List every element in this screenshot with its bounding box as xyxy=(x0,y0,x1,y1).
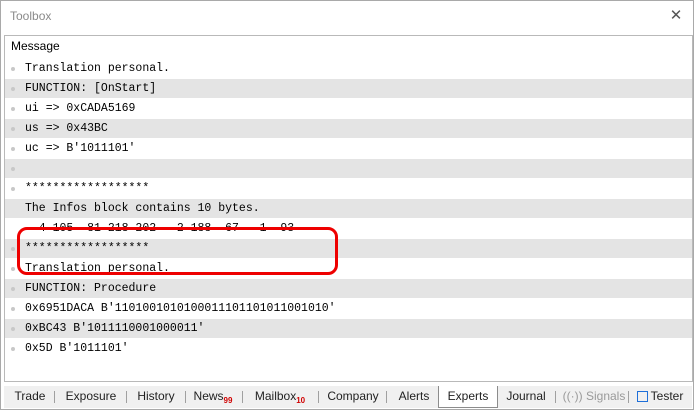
list-item[interactable]: ui => 0xCADA5169 xyxy=(5,99,692,119)
message-text: Translation personal. xyxy=(25,62,170,75)
close-icon[interactable]: ✕ xyxy=(665,5,687,27)
messages-panel: Message Translation personal. FUNCTION: … xyxy=(4,35,693,382)
tab-divider xyxy=(318,391,319,403)
tab-news-label: News xyxy=(193,389,224,403)
bullet-icon xyxy=(11,307,15,311)
list-item[interactable] xyxy=(5,159,692,179)
bullet-icon xyxy=(11,107,15,111)
list-item[interactable]: 0x5D B'1011101' xyxy=(5,339,692,359)
tab-signals-label: Signals xyxy=(585,389,626,403)
message-text: us => 0x43BC xyxy=(25,122,108,135)
message-text: 0x6951DACA B'110100101010001110110101100… xyxy=(25,302,336,315)
message-text: The Infos block contains 10 bytes. xyxy=(25,202,260,215)
tab-history[interactable]: History xyxy=(129,386,183,407)
bullet-icon xyxy=(11,167,15,171)
tab-journal[interactable]: Journal xyxy=(500,386,552,407)
bullet-icon xyxy=(11,267,15,271)
signals-icon: ((·)) xyxy=(562,389,586,403)
list-item[interactable]: 0x6951DACA B'110100101010001110110101100… xyxy=(5,299,692,319)
title-bar: Toolbox ✕ xyxy=(1,1,693,32)
tab-divider xyxy=(628,391,629,403)
list-item[interactable]: Translation personal. xyxy=(5,59,692,79)
list-item[interactable]: ****************** xyxy=(5,179,692,199)
message-text: FUNCTION: Procedure xyxy=(25,282,157,295)
message-text: FUNCTION: [OnStart] xyxy=(25,82,157,95)
tab-alerts[interactable]: Alerts xyxy=(390,386,438,407)
bullet-icon xyxy=(11,187,15,191)
tab-exposure[interactable]: Exposure xyxy=(58,386,124,407)
tab-divider xyxy=(555,391,556,403)
tester-chip-icon xyxy=(636,391,648,402)
bullet-icon xyxy=(11,147,15,151)
tab-signals[interactable]: ((·)) Signals xyxy=(562,386,626,407)
bullet-icon xyxy=(11,127,15,131)
tab-company[interactable]: Company xyxy=(322,386,384,407)
tab-mailbox[interactable]: Mailbox10 xyxy=(246,386,314,407)
bullet-icon xyxy=(11,67,15,71)
toolbox-tab-bar: Trade Exposure History News99 Mailbox10 … xyxy=(4,386,692,408)
tab-news[interactable]: News99 xyxy=(188,386,238,407)
list-item[interactable]: FUNCTION: [OnStart] xyxy=(5,79,692,99)
message-column-header[interactable]: Message xyxy=(5,36,692,57)
message-text: 0xBC43 B'1011110001000011' xyxy=(25,322,205,335)
mailbox-count-badge: 10 xyxy=(296,396,306,405)
bullet-icon xyxy=(11,347,15,351)
message-text: ui => 0xCADA5169 xyxy=(25,102,136,115)
bullet-icon xyxy=(11,87,15,91)
message-text: 0x5D B'1011101' xyxy=(25,342,129,355)
window-title: Toolbox xyxy=(10,9,52,23)
list-item[interactable]: The Infos block contains 10 bytes. xyxy=(5,199,692,219)
tab-tester[interactable]: Tester xyxy=(632,386,688,407)
list-item[interactable]: us => 0x43BC xyxy=(5,119,692,139)
bullet-icon xyxy=(11,287,15,291)
news-count-badge: 99 xyxy=(223,396,233,405)
tab-divider xyxy=(386,391,387,403)
tab-experts[interactable]: Experts xyxy=(438,386,498,408)
tab-divider xyxy=(54,391,55,403)
bullet-icon xyxy=(11,247,15,251)
tab-divider xyxy=(126,391,127,403)
tab-divider xyxy=(185,391,186,403)
message-text: ****************** xyxy=(25,182,150,195)
message-list: Translation personal. FUNCTION: [OnStart… xyxy=(5,59,692,359)
tab-tester-label: Tester xyxy=(650,389,684,403)
tab-trade[interactable]: Trade xyxy=(8,386,52,407)
list-item[interactable]: FUNCTION: Procedure xyxy=(5,279,692,299)
toolbox-window: Toolbox ✕ Message Translation personal. … xyxy=(0,0,694,410)
message-text: uc => B'1011101' xyxy=(25,142,136,155)
list-item[interactable]: 0xBC43 B'1011110001000011' xyxy=(5,319,692,339)
list-item[interactable]: uc => B'1011101' xyxy=(5,139,692,159)
red-highlight-annotation xyxy=(17,227,338,275)
tab-mailbox-label: Mailbox xyxy=(254,389,297,403)
tab-divider xyxy=(242,391,243,403)
bullet-icon xyxy=(11,327,15,331)
